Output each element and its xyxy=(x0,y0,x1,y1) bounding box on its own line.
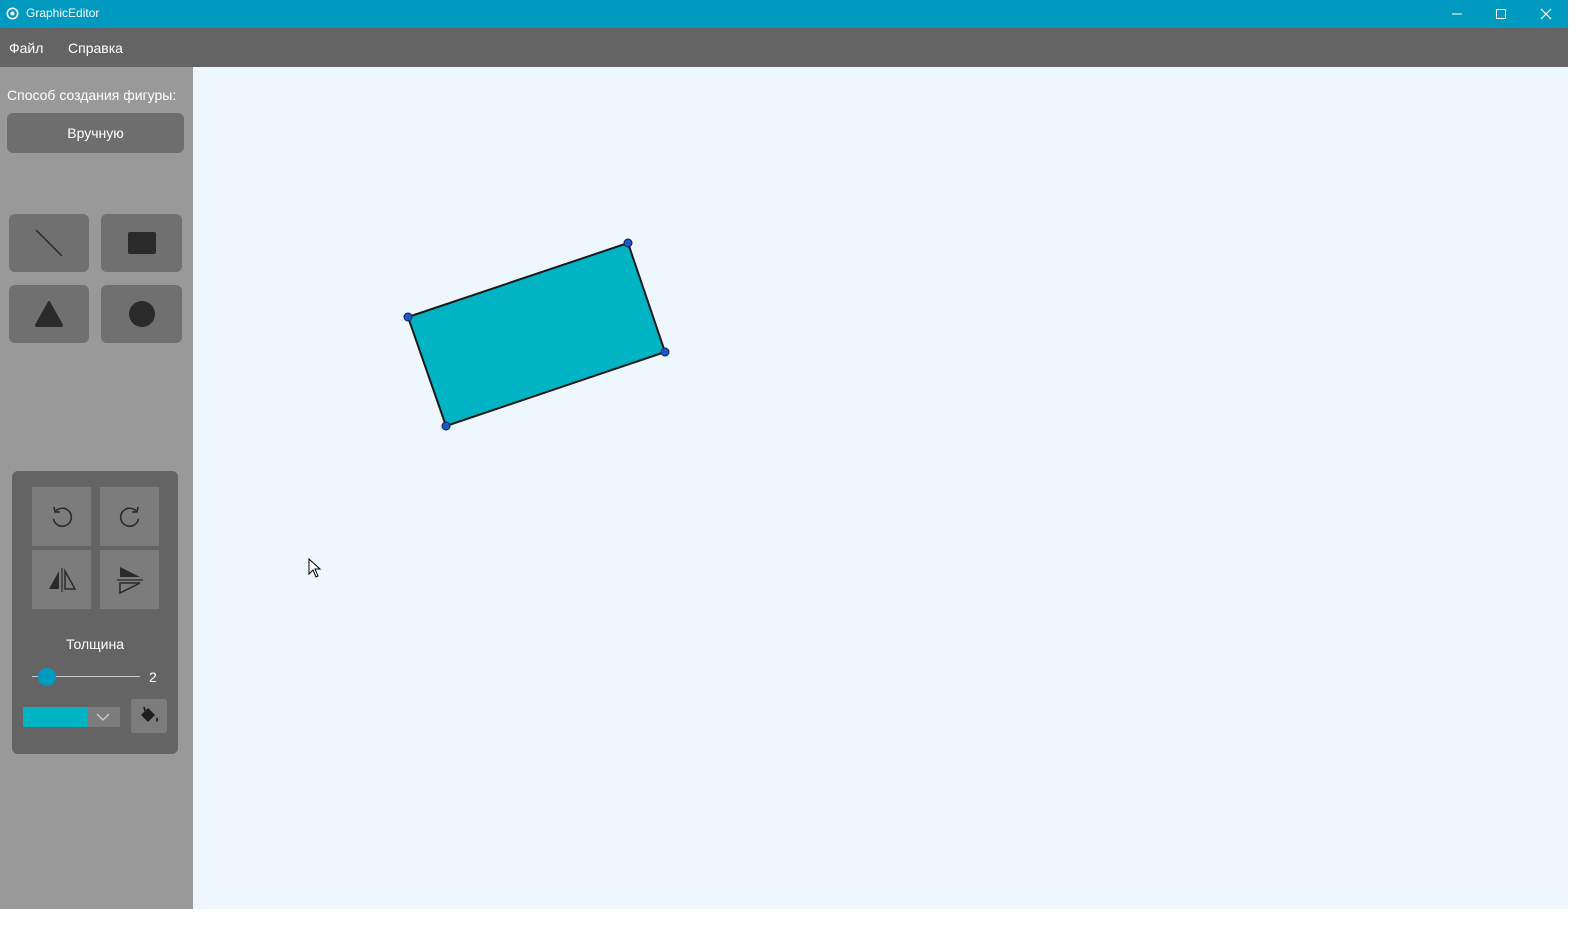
rotate-right-button[interactable] xyxy=(100,487,159,546)
rectangle-shape[interactable] xyxy=(407,242,666,427)
mouse-cursor-icon xyxy=(308,558,322,578)
fill-color-swatch xyxy=(23,707,88,727)
triangle-icon xyxy=(35,301,63,327)
line-icon xyxy=(35,229,63,257)
fill-button[interactable] xyxy=(131,699,167,733)
outside-window-area xyxy=(0,909,1596,925)
resize-handle[interactable] xyxy=(660,347,670,357)
chevron-down-icon xyxy=(96,713,110,721)
thickness-value: 2 xyxy=(149,669,157,685)
fill-color-dropdown[interactable] xyxy=(23,707,120,727)
outside-window-area xyxy=(1568,0,1596,925)
resize-handle[interactable] xyxy=(403,312,413,322)
circle-tool-button[interactable] xyxy=(101,285,182,343)
circle-icon xyxy=(128,301,155,327)
triangle-tool-button[interactable] xyxy=(9,285,89,343)
line-tool-button[interactable] xyxy=(9,214,89,272)
flip-horizontal-icon xyxy=(116,566,143,594)
canvas-svg xyxy=(403,238,670,431)
flip-vertical-button[interactable] xyxy=(32,550,91,609)
paint-bucket-icon xyxy=(141,706,158,722)
transform-panel: Толщина 2 xyxy=(12,471,178,754)
rectangle-tool-button[interactable] xyxy=(101,214,182,272)
minimize-button[interactable] xyxy=(1435,0,1479,28)
maximize-icon xyxy=(1496,9,1506,19)
creation-mode-label: Способ создания фигуры: xyxy=(7,87,177,103)
rotate-right-icon xyxy=(119,506,139,527)
resize-handle[interactable] xyxy=(623,238,633,248)
close-icon xyxy=(1540,8,1552,20)
menu-help[interactable]: Справка xyxy=(68,40,123,56)
maximize-button[interactable] xyxy=(1479,0,1523,28)
flip-vertical-icon xyxy=(48,567,76,592)
menu-file[interactable]: Файл xyxy=(9,40,43,56)
minimize-icon xyxy=(1452,13,1462,15)
rotate-left-icon xyxy=(52,506,72,527)
thickness-label: Толщина xyxy=(66,636,124,652)
thickness-slider-thumb[interactable] xyxy=(38,668,56,686)
rotate-left-button[interactable] xyxy=(32,487,91,546)
close-button[interactable] xyxy=(1524,0,1568,28)
tool-sidebar: Способ создания фигуры: Вручную Толщина … xyxy=(0,67,193,909)
window-title: GraphicEditor xyxy=(26,6,100,20)
rectangle-icon xyxy=(127,232,156,254)
app-icon xyxy=(6,7,19,20)
menu-bar: Файл Справка xyxy=(0,28,1568,67)
creation-mode-button[interactable]: Вручную xyxy=(7,113,184,153)
title-bar: GraphicEditor xyxy=(0,0,1568,28)
drawing-canvas[interactable] xyxy=(193,67,1568,909)
flip-horizontal-button[interactable] xyxy=(100,550,159,609)
resize-handle[interactable] xyxy=(441,421,451,431)
